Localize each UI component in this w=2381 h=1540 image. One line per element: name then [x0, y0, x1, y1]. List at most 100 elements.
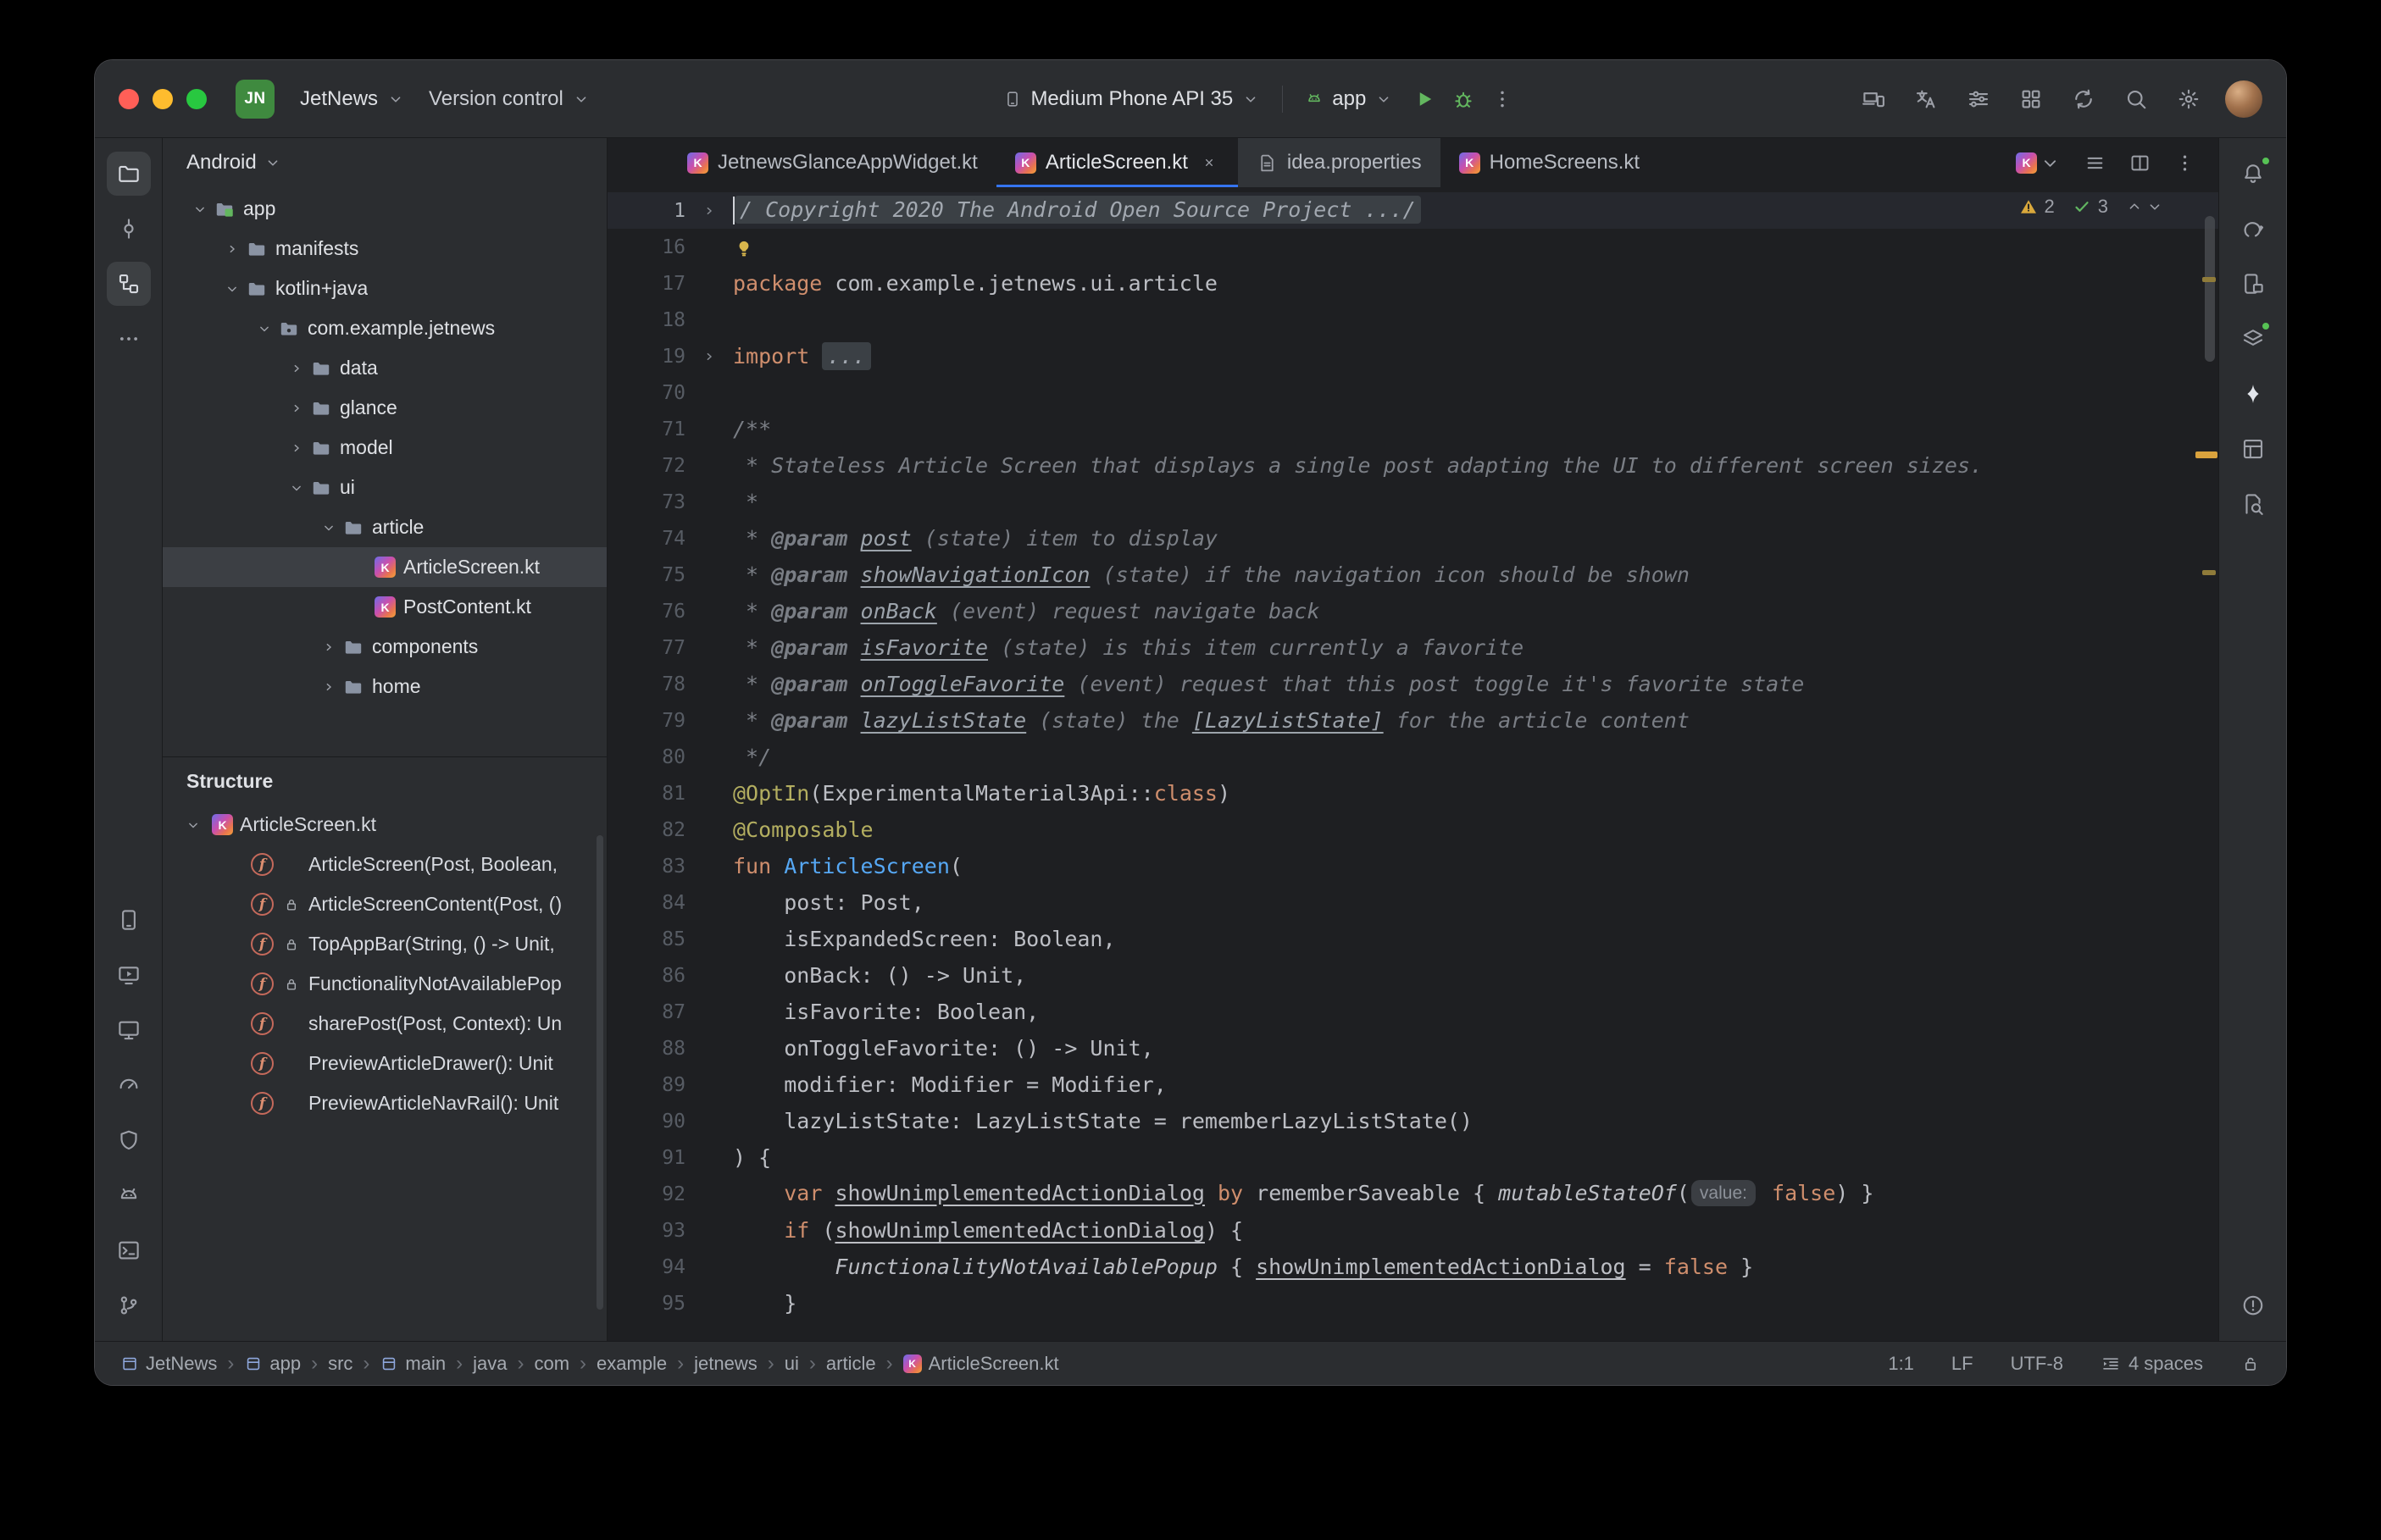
- device-file-explorer-button[interactable]: [2231, 262, 2275, 306]
- previous-problem-icon[interactable]: [2125, 197, 2144, 216]
- chevron-right-icon[interactable]: [285, 436, 308, 460]
- editor-scrollbar[interactable]: [2205, 216, 2215, 362]
- code-line-91[interactable]: 91) {: [608, 1139, 2218, 1176]
- tree-item-data[interactable]: data: [163, 348, 607, 388]
- gradle-button[interactable]: [2231, 207, 2275, 251]
- indent-widget[interactable]: 4 spaces: [2101, 1353, 2203, 1375]
- notifications-button[interactable]: [2231, 152, 2275, 196]
- intention-bulb-icon[interactable]: [733, 237, 755, 259]
- tree-item-ui[interactable]: ui: [163, 468, 607, 507]
- terminal-button[interactable]: [107, 1228, 151, 1272]
- device-mirroring-button[interactable]: [1861, 86, 1886, 112]
- more-run-actions-button[interactable]: [1483, 80, 1522, 119]
- problems-button[interactable]: [2231, 1283, 2275, 1327]
- more-editor-options-icon[interactable]: [2173, 152, 2196, 174]
- structure-scrollbar[interactable]: [597, 835, 603, 1310]
- breadcrumb-main[interactable]: main: [380, 1353, 446, 1375]
- breadcrumb-article[interactable]: article: [826, 1353, 876, 1375]
- warning-stripe-mark[interactable]: [2195, 451, 2217, 458]
- chevron-right-icon[interactable]: [317, 635, 341, 659]
- structure-item-articlescreencontent-post[interactable]: fArticleScreenContent(Post, (): [163, 884, 607, 924]
- version-control-menu-button[interactable]: Version control: [417, 80, 602, 118]
- project-folder-button[interactable]: [107, 152, 151, 196]
- code-line-77[interactable]: 77 * @param isFavorite (state) is this i…: [608, 629, 2218, 666]
- device-selector-button[interactable]: Medium Phone API 35: [991, 80, 1272, 118]
- resource-manager-button[interactable]: [2231, 317, 2275, 361]
- device-manager-button[interactable]: [107, 898, 151, 942]
- breadcrumb-src[interactable]: src: [328, 1353, 352, 1375]
- debug-button[interactable]: [1444, 80, 1483, 119]
- chevron-right-icon[interactable]: [285, 396, 308, 420]
- warnings-count[interactable]: 2: [2018, 196, 2055, 218]
- tree-item-home[interactable]: home: [163, 667, 607, 706]
- tree-item-model[interactable]: model: [163, 428, 607, 468]
- code-line-70[interactable]: 70: [608, 374, 2218, 411]
- code-line-83[interactable]: 83fun ArticleScreen(: [608, 848, 2218, 884]
- close-window-button[interactable]: [119, 89, 139, 109]
- code-line-72[interactable]: 72 * Stateless Article Screen that displ…: [608, 447, 2218, 484]
- inspection-widget[interactable]: 2 3: [2018, 196, 2165, 218]
- next-problem-icon[interactable]: [2145, 197, 2164, 216]
- passed-inspections-count[interactable]: 3: [2072, 196, 2108, 218]
- hidden-tabs-dropdown[interactable]: K: [2016, 152, 2062, 174]
- code-line-76[interactable]: 76 * @param onBack (event) request navig…: [608, 593, 2218, 629]
- tab-homescreens-kt[interactable]: KHomeScreens.kt: [1440, 138, 1658, 187]
- code-line-82[interactable]: 82@Composable: [608, 812, 2218, 848]
- chevron-right-icon[interactable]: [317, 675, 341, 699]
- breadcrumb-jetnews[interactable]: jetnews: [694, 1353, 758, 1375]
- structure-button[interactable]: [107, 262, 151, 306]
- code-line-89[interactable]: 89 modifier: Modifier = Modifier,: [608, 1066, 2218, 1103]
- structure-item-previewarticledrawer-unit[interactable]: fPreviewArticleDrawer(): Unit: [163, 1044, 607, 1083]
- breadcrumb-java[interactable]: java: [473, 1353, 507, 1375]
- minimize-window-button[interactable]: [153, 89, 173, 109]
- breadcrumb-example[interactable]: example: [597, 1353, 667, 1375]
- project-view-selector[interactable]: Android: [163, 138, 607, 187]
- logcat-button[interactable]: [107, 1173, 151, 1217]
- code-line-86[interactable]: 86 onBack: () -> Unit,: [608, 957, 2218, 994]
- chevron-down-icon[interactable]: [285, 476, 308, 500]
- tab-articlescreen-kt[interactable]: KArticleScreen.kt: [996, 138, 1238, 187]
- code-line-88[interactable]: 88 onToggleFavorite: () -> Unit,: [608, 1030, 2218, 1066]
- warning-stripe-mark[interactable]: [2202, 277, 2216, 282]
- translate-button[interactable]: [1913, 86, 1939, 112]
- find-file-button[interactable]: [2231, 482, 2275, 526]
- run-button[interactable]: [1405, 80, 1444, 119]
- tree-item-postcontent-kt[interactable]: KPostContent.kt: [163, 587, 607, 627]
- caret-position-widget[interactable]: 1:1: [1888, 1353, 1914, 1375]
- fold-marker-icon[interactable]: [700, 347, 719, 366]
- code-line-73[interactable]: 73 *: [608, 484, 2218, 520]
- code-line-75[interactable]: 75 * @param showNavigationIcon (state) i…: [608, 557, 2218, 593]
- more-horizontal-button[interactable]: [107, 317, 151, 361]
- tab-list-icon[interactable]: [2084, 152, 2106, 174]
- structure-item-sharepost-post-context-un[interactable]: fsharePost(Post, Context): Un: [163, 1004, 607, 1044]
- breadcrumb-ui[interactable]: ui: [785, 1353, 799, 1375]
- warning-stripe-mark[interactable]: [2202, 570, 2216, 575]
- read-write-lock-widget[interactable]: [2240, 1354, 2261, 1374]
- sync-button[interactable]: [2071, 86, 2096, 112]
- structure-item-functionalitynotavailablepop[interactable]: fFunctionalityNotAvailablePop: [163, 964, 607, 1004]
- search-button[interactable]: [2123, 86, 2149, 112]
- layout-inspector-button[interactable]: [2231, 427, 2275, 471]
- app-quality-insights-button[interactable]: [107, 1118, 151, 1162]
- tree-item-article[interactable]: article: [163, 507, 607, 547]
- code-line-19[interactable]: 19import ...: [608, 338, 2218, 374]
- tree-item-manifests[interactable]: manifests: [163, 229, 607, 269]
- user-avatar[interactable]: [2225, 80, 2262, 118]
- structure-item-articlescreen-post-boolean[interactable]: fArticleScreen(Post, Boolean,: [163, 845, 607, 884]
- code-line-78[interactable]: 78 * @param onToggleFavorite (event) req…: [608, 666, 2218, 702]
- version-control-button[interactable]: [107, 1283, 151, 1327]
- code-line-71[interactable]: 71/**: [608, 411, 2218, 447]
- commit-button[interactable]: [107, 207, 151, 251]
- breadcrumb-jetnews[interactable]: JetNews: [120, 1353, 217, 1375]
- code-line-87[interactable]: 87 isFavorite: Boolean,: [608, 994, 2218, 1030]
- code-line-1[interactable]: 1/ Copyright 2020 The Android Open Sourc…: [608, 192, 2218, 229]
- code-line-90[interactable]: 90 lazyListState: LazyListState = rememb…: [608, 1103, 2218, 1139]
- code-line-18[interactable]: 18: [608, 302, 2218, 338]
- code-line-93[interactable]: 93 if (showUnimplementedActionDialog) {: [608, 1212, 2218, 1249]
- tree-item-com-example-jetnews[interactable]: com.example.jetnews: [163, 308, 607, 348]
- zoom-window-button[interactable]: [186, 89, 207, 109]
- structure-root[interactable]: K ArticleScreen.kt: [163, 805, 607, 845]
- breadcrumb-articlescreen-kt[interactable]: KArticleScreen.kt: [903, 1353, 1059, 1375]
- settings-button[interactable]: [2176, 86, 2201, 112]
- structure-item-topappbar-string-unit[interactable]: fTopAppBar(String, () -> Unit,: [163, 924, 607, 964]
